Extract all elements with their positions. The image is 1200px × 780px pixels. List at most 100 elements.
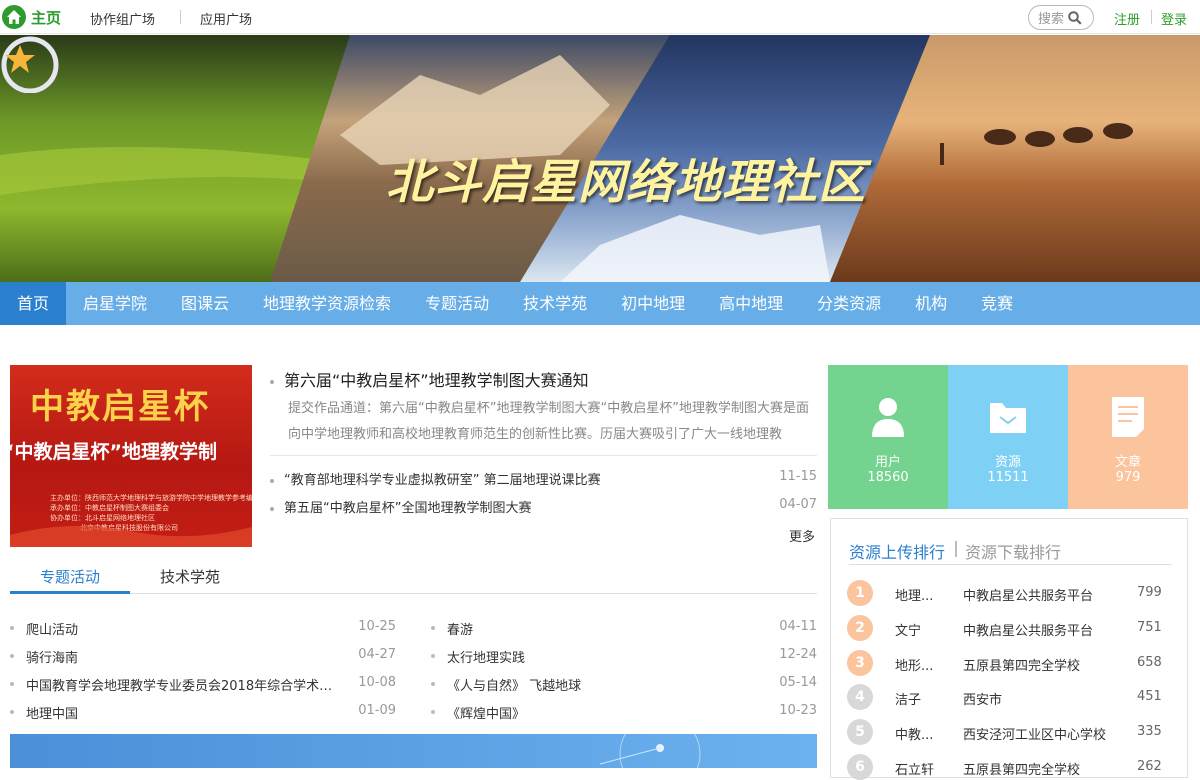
stat-articles[interactable]: 文章 979 [1068, 365, 1188, 509]
list-item-date: 10-25 [358, 619, 396, 634]
ranking-row[interactable]: 4 洁子 西安市 451 [847, 684, 1177, 710]
list-item-date: 10-23 [779, 703, 817, 718]
nav-item-home[interactable]: 首页 [0, 282, 67, 325]
bullet [270, 478, 274, 483]
search-icon [1068, 10, 1082, 25]
feature-image-wave [10, 525, 252, 547]
rank-org: 五原县第四完全学校 [963, 763, 1081, 778]
rank-org: 西安市 [963, 693, 1003, 708]
banner-title: 北斗启星网络地理社区 [386, 155, 866, 210]
nav-item-junior[interactable]: 初中地理 [604, 282, 702, 325]
list-item-title: 骑行海南 [26, 651, 79, 666]
rank-user: 地形... [895, 659, 934, 674]
stat-value: 18560 [867, 470, 909, 485]
top-bar: 主页 协作组广场 应用广场 搜索 注册 登录 [0, 0, 1200, 34]
list-item-title: 太行地理实践 [447, 651, 526, 666]
bullet [431, 682, 435, 686]
bullet [431, 626, 435, 630]
bullet [10, 654, 14, 658]
register-link[interactable]: 注册 [1114, 9, 1140, 28]
headline-text: 第六届“中教启星杯”地理教学制图大赛通知 [284, 371, 589, 390]
bullet [10, 626, 14, 630]
user-icon [872, 398, 904, 437]
nav-item-tech[interactable]: 技术学苑 [506, 282, 604, 325]
more-link[interactable]: 更多 [789, 526, 815, 545]
ranking-row[interactable]: 3 地形... 五原县第四完全学校 658 [847, 650, 1177, 676]
rank-badge: 2 [847, 615, 873, 641]
list-item-date: 01-09 [358, 703, 396, 718]
home-link[interactable]: 主页 [2, 5, 61, 29]
feature-image[interactable]: 中教启星杯 “中教启星杯”地理教学制 主办单位：陕西师范大学地理科学与旅游学院中… [10, 365, 252, 547]
rank-count: 451 [1137, 689, 1162, 704]
app-square-link[interactable]: 应用广场 [200, 9, 252, 28]
news-date: 04-07 [779, 497, 817, 512]
headline-summary: 提交作品通道：第六届“中教启星杯”地理教学制图大赛“中教启星杯”地理教学制图大赛… [288, 401, 809, 442]
tab-events[interactable]: 专题活动 [10, 566, 130, 587]
bullet [10, 710, 14, 714]
ranking-panel: 资源上传排行 资源下载排行 1 地理... 中教启星公共服务平台 799 2 文… [830, 518, 1188, 780]
search-placeholder: 搜索 [1038, 12, 1065, 27]
nav-item-events[interactable]: 专题活动 [408, 282, 506, 325]
stat-label: 文章 [1114, 455, 1141, 470]
ranking-row[interactable]: 6 石立轩 五原县第四完全学校 262 [847, 754, 1177, 780]
nav-item-course-cloud[interactable]: 图课云 [164, 282, 246, 325]
tab-download-ranking[interactable]: 资源下载排行 [965, 539, 1061, 563]
list-item-title: 《人与自然》 飞越地球 [447, 679, 582, 694]
nav-item-categories[interactable]: 分类资源 [800, 282, 898, 325]
bullet [431, 654, 435, 658]
nav-item-contest[interactable]: 竞赛 [964, 282, 1030, 325]
rank-count: 799 [1137, 585, 1162, 600]
rank-user: 石立轩 [895, 763, 935, 778]
tab-upload-ranking[interactable]: 资源上传排行 [849, 539, 945, 563]
rank-org: 中教启星公共服务平台 [963, 624, 1094, 639]
list-item-title: 《辉煌中国》 [447, 707, 526, 722]
rank-user: 中教... [895, 728, 934, 743]
collab-square-link[interactable]: 协作组广场 [90, 9, 155, 28]
nav-item-academy[interactable]: 启星学院 [66, 282, 164, 325]
feature-image-title: 中教启星杯 [30, 387, 210, 427]
nav-item-senior[interactable]: 高中地理 [702, 282, 800, 325]
rank-badge: 6 [847, 754, 873, 780]
ranking-row[interactable]: 1 地理... 中教启星公共服务平台 799 [847, 580, 1177, 606]
search-box[interactable]: 搜索 [1028, 5, 1094, 30]
nav-item-resource-search[interactable]: 地理教学资源检索 [246, 282, 408, 325]
news-item[interactable]: 第五届“中教启星杯”全国地理教学制图大赛 04-07 [270, 497, 817, 516]
feature-image-subtitle: “中教启星杯”地理教学制 [10, 441, 217, 463]
stat-users[interactable]: 用户 18560 [828, 365, 948, 509]
rank-count: 658 [1137, 655, 1162, 670]
credit-line: 主办单位：陕西师范大学地理科学与旅游学院中学地理教学参考编辑部 [50, 494, 252, 502]
credit-line: 承办单位：中教启星杯制图大赛组委会 [50, 504, 169, 512]
rank-badge: 3 [847, 650, 873, 676]
main-nav: 首页 启星学院 图课云 地理教学资源检索 专题活动 技术学苑 初中地理 高中地理… [0, 282, 1200, 325]
divider [180, 10, 181, 24]
rank-badge: 1 [847, 580, 873, 606]
rank-user: 文宁 [895, 624, 922, 639]
promo-banner[interactable] [10, 734, 817, 768]
list-item-date: 04-27 [358, 647, 396, 662]
login-link[interactable]: 登录 [1161, 9, 1187, 28]
rank-badge: 4 [847, 684, 873, 710]
site-logo [1, 36, 59, 93]
ranking-tabs: 资源上传排行 资源下载排行 [849, 537, 1172, 565]
divider [270, 455, 817, 456]
nav-item-orgs[interactable]: 机构 [898, 282, 964, 325]
rank-org: 五原县第四完全学校 [963, 659, 1081, 674]
ranking-row[interactable]: 2 文宁 中教启星公共服务平台 751 [847, 615, 1177, 641]
rank-badge: 5 [847, 719, 873, 745]
rank-org: 中教启星公共服务平台 [963, 589, 1094, 604]
list-item-title: 爬山活动 [26, 623, 79, 638]
list-item-date: 10-08 [358, 675, 396, 690]
news-item[interactable]: “教育部地理科学专业虚拟教研室” 第二届地理说课比赛 11-15 [270, 469, 817, 488]
site-banner: 北斗启星网络地理社区 [0, 35, 1200, 282]
rank-org: 西安泾河工业区中心学校 [963, 728, 1107, 743]
ranking-row[interactable]: 5 中教... 西安泾河工业区中心学校 335 [847, 719, 1177, 745]
headline-link[interactable]: 第六届“中教启星杯”地理教学制图大赛通知 [270, 367, 589, 391]
bullet [270, 379, 274, 384]
folder-icon [990, 403, 1026, 433]
list-item-date: 12-24 [779, 647, 817, 662]
news-title: 第五届“中教启星杯”全国地理教学制图大赛 [284, 501, 532, 516]
list-item-date: 05-14 [779, 675, 817, 690]
tab-tech[interactable]: 技术学苑 [130, 566, 250, 587]
stat-resources[interactable]: 资源 11511 [948, 365, 1068, 509]
rank-count: 335 [1137, 724, 1162, 739]
